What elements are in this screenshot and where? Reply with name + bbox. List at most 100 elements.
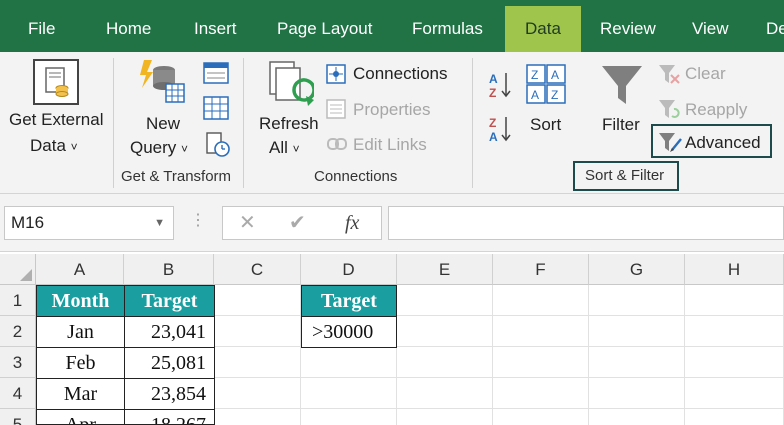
- sort-icon: Z A A Z: [526, 64, 566, 104]
- cancel-icon[interactable]: ✕: [239, 207, 256, 239]
- cell-a5[interactable]: Apr: [36, 409, 125, 425]
- tab-formulas[interactable]: Formulas: [412, 0, 483, 58]
- column-header-h[interactable]: H: [685, 254, 784, 285]
- cell-f4[interactable]: [493, 378, 589, 409]
- cell-b3[interactable]: 25,081: [124, 347, 215, 379]
- cell-b5[interactable]: 18,267: [124, 409, 215, 425]
- cell-b2[interactable]: 23,041: [124, 316, 215, 348]
- cell-e5[interactable]: [397, 409, 493, 425]
- cell-g1[interactable]: [589, 285, 685, 316]
- enter-check-icon[interactable]: ✔: [289, 207, 306, 239]
- tab-page-layout[interactable]: Page Layout: [277, 0, 372, 58]
- tab-view[interactable]: View: [692, 0, 729, 58]
- svg-text:Z: Z: [489, 116, 496, 130]
- cell-f1[interactable]: [493, 285, 589, 316]
- sort-descending-icon[interactable]: Z A: [488, 114, 514, 144]
- cell-a4[interactable]: Mar: [36, 378, 125, 410]
- reapply-button[interactable]: Reapply: [657, 97, 767, 123]
- select-all-corner[interactable]: [0, 254, 36, 285]
- column-header-c[interactable]: C: [214, 254, 301, 285]
- edit-links-label: Edit Links: [353, 135, 427, 154]
- tab-file[interactable]: File: [28, 0, 55, 58]
- refresh-icon: [269, 61, 314, 106]
- chevron-down-icon: ˅: [292, 142, 300, 156]
- row-header-3[interactable]: 3: [0, 347, 36, 378]
- cell-e3[interactable]: [397, 347, 493, 378]
- column-header-f[interactable]: F: [493, 254, 589, 285]
- sort-button[interactable]: Z A A Z Sort: [524, 60, 574, 160]
- cell-h1[interactable]: [685, 285, 784, 316]
- tab-data[interactable]: Data: [505, 6, 581, 52]
- column-header-e[interactable]: E: [397, 254, 493, 285]
- cell-c5[interactable]: [214, 409, 301, 425]
- ribbon: Get External Data ˅ New Query ˅ Get & Tr…: [0, 52, 784, 194]
- cell-g4[interactable]: [589, 378, 685, 409]
- cell-e2[interactable]: [397, 316, 493, 347]
- cell-b1-target-header[interactable]: Target: [124, 285, 215, 317]
- formula-buttons: ✕ ✔ fx: [222, 206, 382, 240]
- reapply-label: Reapply: [685, 100, 748, 119]
- cell-f2[interactable]: [493, 316, 589, 347]
- cell-d5[interactable]: [301, 409, 397, 425]
- connections-button[interactable]: Connections: [326, 62, 466, 88]
- cell-f5[interactable]: [493, 409, 589, 425]
- column-header-a[interactable]: A: [36, 254, 124, 285]
- clear-filter-button[interactable]: Clear: [657, 62, 767, 88]
- filter-label: Filter: [602, 115, 640, 134]
- column-header-d[interactable]: D: [301, 254, 397, 285]
- cell-h2[interactable]: [685, 316, 784, 347]
- cell-d1-criteria-header[interactable]: Target: [301, 285, 397, 317]
- row-header-4[interactable]: 4: [0, 378, 36, 409]
- cell-h5[interactable]: [685, 409, 784, 425]
- cell-g3[interactable]: [589, 347, 685, 378]
- cell-h3[interactable]: [685, 347, 784, 378]
- row-header-2[interactable]: 2: [0, 316, 36, 347]
- cell-c2[interactable]: [214, 316, 301, 347]
- cell-d2-criteria-value[interactable]: >30000: [301, 316, 397, 348]
- advanced-filter-button[interactable]: Advanced: [657, 130, 767, 156]
- sort-label: Sort: [530, 115, 562, 134]
- cell-e1[interactable]: [397, 285, 493, 316]
- formula-bar-grip-icon[interactable]: ⋮: [190, 210, 206, 230]
- cell-a2[interactable]: Jan: [36, 316, 125, 348]
- row-header-1[interactable]: 1: [0, 285, 36, 316]
- cell-d4[interactable]: [301, 378, 397, 409]
- new-query-button[interactable]: New Query ˅: [118, 52, 198, 164]
- get-transform-group-label: Get & Transform: [121, 168, 232, 185]
- cell-d3[interactable]: [301, 347, 397, 378]
- cell-c4[interactable]: [214, 378, 301, 409]
- filter-button[interactable]: Filter: [598, 60, 650, 160]
- get-external-data-button[interactable]: Get External Data ˅: [0, 52, 112, 164]
- row-header-5[interactable]: 5: [0, 409, 36, 425]
- show-queries-icon[interactable]: [203, 62, 229, 84]
- reapply-icon: [659, 100, 680, 118]
- tab-review[interactable]: Review: [600, 0, 656, 58]
- cell-g5[interactable]: [589, 409, 685, 425]
- sort-ascending-icon[interactable]: A Z: [488, 70, 514, 100]
- menu-bar: File Home Insert Page Layout Formulas Da…: [0, 0, 784, 58]
- tab-developer[interactable]: De: [766, 0, 784, 58]
- cell-c1[interactable]: [214, 285, 301, 316]
- svg-text:A: A: [531, 88, 539, 102]
- cell-a3[interactable]: Feb: [36, 347, 125, 379]
- cell-b4[interactable]: 23,854: [124, 378, 215, 410]
- cell-a1-month-header[interactable]: Month: [36, 285, 125, 317]
- column-header-g[interactable]: G: [589, 254, 685, 285]
- cell-h4[interactable]: [685, 378, 784, 409]
- column-header-b[interactable]: B: [124, 254, 214, 285]
- tab-insert[interactable]: Insert: [194, 0, 237, 58]
- recent-sources-icon[interactable]: [205, 132, 231, 158]
- cell-g2[interactable]: [589, 316, 685, 347]
- properties-button[interactable]: Properties: [326, 97, 466, 123]
- cell-c3[interactable]: [214, 347, 301, 378]
- formula-input[interactable]: [388, 206, 784, 240]
- refresh-all-button[interactable]: Refresh All ˅: [252, 52, 322, 164]
- name-box[interactable]: M16 ▼: [4, 206, 174, 240]
- cell-e4[interactable]: [397, 378, 493, 409]
- insert-function-icon[interactable]: fx: [345, 207, 359, 239]
- from-table-icon[interactable]: [203, 96, 229, 120]
- edit-links-button[interactable]: Edit Links: [326, 132, 466, 158]
- caret-down-icon[interactable]: ▼: [154, 207, 165, 239]
- cell-f3[interactable]: [493, 347, 589, 378]
- tab-home[interactable]: Home: [106, 0, 151, 58]
